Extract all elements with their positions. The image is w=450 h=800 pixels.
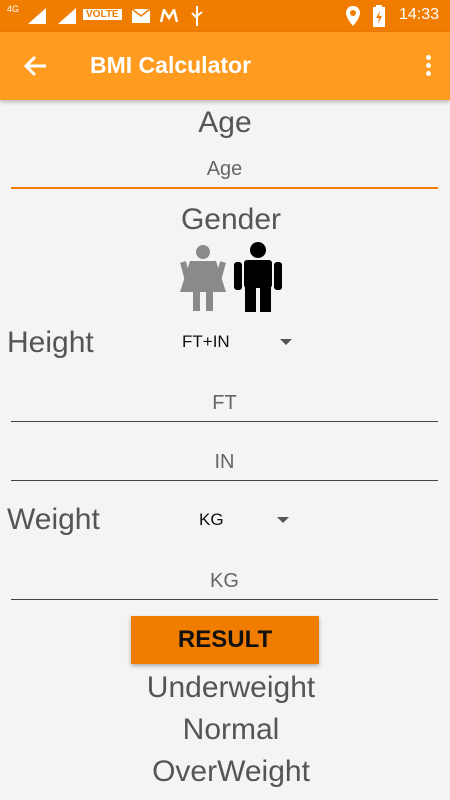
category-underweight: Underweight — [146, 671, 316, 704]
category-normal: Normal — [182, 713, 280, 746]
dropdown-arrow-icon — [277, 517, 289, 523]
height-unit-spinner[interactable]: FT+IN — [182, 328, 292, 356]
weight-label: Weight — [7, 503, 100, 536]
location-icon — [346, 6, 360, 26]
weight-kg-input[interactable]: KG — [11, 570, 438, 600]
weight-unit-value: KG — [199, 510, 224, 529]
weight-kg-placeholder: KG — [210, 570, 239, 592]
signal-icon — [28, 8, 46, 24]
gender-label: Gender — [180, 203, 282, 236]
mail-icon — [132, 9, 150, 23]
height-ft-input[interactable]: FT — [11, 392, 438, 422]
app-title: BMI Calculator — [90, 52, 252, 78]
status-bar: 4G VOLTE 14:33 — [0, 0, 450, 32]
overflow-menu-button[interactable] — [418, 52, 438, 82]
dropdown-arrow-icon — [280, 339, 292, 345]
height-unit-value: FT+IN — [182, 332, 230, 351]
result-button[interactable]: RESULT — [131, 616, 319, 664]
more-vert-icon — [425, 55, 431, 60]
age-placeholder: Age — [206, 158, 243, 180]
usb-icon — [191, 6, 203, 26]
clock: 14:33 — [398, 6, 439, 23]
age-label: Age — [198, 106, 252, 139]
female-icon[interactable] — [176, 244, 230, 312]
category-overweight: OverWeight — [152, 755, 310, 788]
app-bar: BMI Calculator — [0, 32, 450, 100]
weight-unit-spinner[interactable]: KG — [199, 506, 289, 534]
male-icon[interactable] — [232, 242, 284, 312]
gmail-m-icon — [160, 9, 178, 23]
height-in-placeholder: IN — [214, 451, 235, 473]
volte-badge: VOLTE — [83, 9, 122, 20]
height-label: Height — [7, 326, 94, 359]
height-ft-placeholder: FT — [212, 392, 237, 414]
signal-icon-2 — [58, 8, 76, 24]
age-input[interactable]: Age — [11, 158, 438, 189]
arrow-left-icon — [23, 55, 46, 77]
battery-icon — [373, 5, 385, 27]
back-button[interactable] — [20, 50, 52, 82]
network-type-label: 4G — [7, 4, 20, 14]
height-in-input[interactable]: IN — [11, 451, 438, 481]
